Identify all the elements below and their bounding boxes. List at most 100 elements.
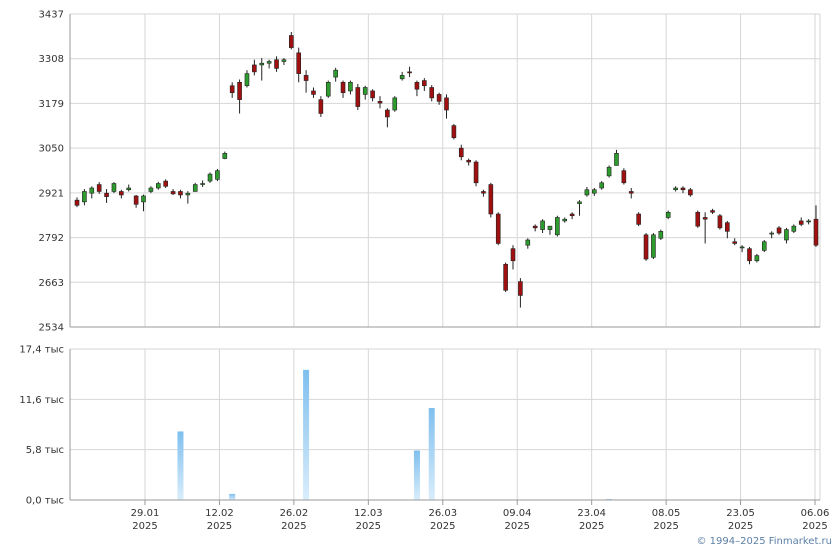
x-tick-date: 08.05: [652, 508, 681, 519]
volume-tick-label: 5,8 тыс: [26, 445, 64, 456]
price-tick-label: 3050: [39, 144, 64, 155]
candle: [303, 70, 309, 93]
candle: [325, 80, 331, 98]
candle: [155, 181, 161, 190]
candle-body: [244, 73, 250, 87]
candle: [422, 78, 427, 91]
candle-body: [673, 187, 678, 191]
x-tick-date: 12.03: [354, 508, 383, 519]
candle-body: [215, 170, 220, 180]
candle-body: [163, 180, 168, 187]
volume-bar: [413, 450, 420, 500]
volume-tick-label: 11,6 тыс: [19, 395, 64, 406]
candle-body: [414, 81, 420, 90]
x-tick-year: 2025: [728, 521, 753, 532]
candle: [584, 186, 590, 197]
candle-body: [503, 263, 508, 291]
candle-body: [207, 173, 213, 182]
candle: [473, 160, 479, 187]
candle-body: [525, 239, 531, 246]
candle: [717, 214, 723, 230]
price-tick-label: 2921: [39, 188, 64, 199]
candle-body: [769, 232, 774, 235]
x-tick-year: 2025: [802, 521, 827, 532]
candle-body: [436, 94, 442, 102]
candle: [776, 226, 782, 235]
candle-body: [237, 81, 242, 100]
candle-body: [289, 35, 294, 48]
candle: [466, 158, 471, 166]
candle: [702, 212, 708, 244]
candle: [429, 85, 435, 102]
candle: [481, 189, 486, 197]
candle: [222, 151, 228, 160]
candle: [518, 278, 523, 308]
candle-body: [119, 191, 124, 196]
x-tick-date: 09.04: [503, 508, 532, 519]
date-x-axis: 29.01 2025 12.02 2025 26.02 2025 12.03 2025 26.0…: [131, 500, 829, 532]
candle: [200, 180, 205, 187]
candle-body: [318, 99, 324, 114]
candle: [370, 89, 375, 102]
candle: [791, 224, 797, 234]
candle: [673, 186, 678, 192]
candle: [414, 80, 420, 97]
candle-body: [776, 227, 782, 234]
candle-body: [340, 81, 346, 93]
price-tick-label: 3179: [39, 99, 64, 110]
candle: [311, 87, 316, 98]
candle-body: [725, 222, 730, 232]
candle: [207, 172, 213, 183]
candle: [333, 67, 338, 82]
candle-body: [333, 69, 338, 78]
candle: [392, 96, 398, 112]
candle-body: [126, 187, 132, 191]
candle: [119, 189, 124, 199]
candle-body: [170, 191, 176, 195]
candle-body: [111, 183, 117, 192]
candle-body: [754, 255, 760, 262]
volume-bar: [428, 408, 435, 500]
candle: [355, 84, 361, 111]
candle-body: [407, 71, 412, 74]
candle: [296, 47, 302, 83]
candle-body: [222, 153, 228, 159]
candle-body: [584, 189, 590, 196]
candle: [377, 96, 383, 109]
candle-body: [155, 183, 161, 189]
chart-stage: 3437 3308 3179 3050 2921 2792 2663 2534 17,4 ты…: [0, 0, 840, 550]
candle-body: [784, 229, 789, 241]
candle: [540, 219, 545, 234]
candle-body: [680, 187, 686, 191]
candle-body: [311, 90, 316, 95]
candle-body: [510, 248, 516, 262]
candle: [89, 186, 95, 199]
candle-body: [192, 184, 198, 192]
candle-body: [325, 81, 331, 97]
x-tick-date: 12.02: [205, 508, 234, 519]
volume-tick-label: 17,4 тыс: [19, 345, 64, 356]
candle-body: [355, 87, 361, 107]
candle: [252, 59, 257, 76]
candle-body: [488, 184, 494, 215]
candle-body: [532, 225, 538, 229]
candle: [555, 215, 560, 237]
candle-body: [185, 192, 191, 196]
candle: [725, 220, 730, 239]
candle: [111, 182, 117, 194]
candle: [532, 224, 538, 232]
candle: [170, 189, 176, 195]
copyright-notice: © 1994–2025 Finmarket.ru: [696, 536, 832, 547]
price-tick-label: 3437: [39, 10, 64, 21]
candle-body: [636, 213, 641, 225]
candle-body: [747, 248, 752, 262]
candle: [82, 189, 87, 206]
price-tick-label: 2792: [39, 233, 64, 244]
candle-body: [141, 195, 146, 203]
x-tick-date: 26.03: [428, 508, 457, 519]
candle: [488, 182, 494, 218]
candle-body: [429, 87, 435, 99]
candle: [591, 188, 597, 196]
x-tick-year: 2025: [653, 521, 678, 532]
candle-body: [761, 241, 767, 251]
